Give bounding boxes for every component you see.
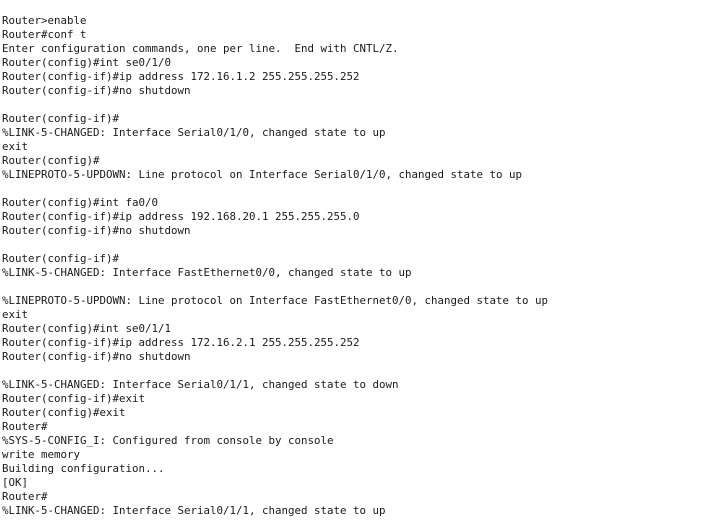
terminal-line: Router(config-if)# <box>2 252 120 265</box>
terminal-line: Router(config-if)# <box>2 112 120 125</box>
terminal-line: exit <box>2 140 29 153</box>
terminal-line: Router(config)#int se0/1/0 <box>2 56 172 69</box>
terminal-line: Router#conf t <box>2 28 87 41</box>
terminal-line: exit <box>2 308 29 321</box>
terminal-line: %LINK-5-CHANGED: Interface Serial0/1/0, … <box>2 126 386 139</box>
terminal-line: Building configuration... <box>2 462 165 475</box>
terminal-line: Router(config)# <box>2 154 100 167</box>
terminal-line: %LINK-5-CHANGED: Interface FastEthernet0… <box>2 266 412 279</box>
terminal-line: Router# <box>2 490 48 503</box>
terminal-line: %LINK-5-CHANGED: Interface Serial0/1/1, … <box>2 378 399 391</box>
terminal-line: Router(config)#int se0/1/1 <box>2 322 172 335</box>
terminal-line: Router(config)#exit <box>2 406 126 419</box>
terminal-line: Router(config-if)#ip address 192.168.20.… <box>2 210 360 223</box>
terminal-line: [OK] <box>2 476 29 489</box>
terminal-line: %LINEPROTO-5-UPDOWN: Line protocol on In… <box>2 168 523 181</box>
terminal-line: Router(config)#int fa0/0 <box>2 196 159 209</box>
terminal-line: Router(config-if)#ip address 172.16.1.2 … <box>2 70 360 83</box>
terminal-line: Router(config-if)#ip address 172.16.2.1 … <box>2 336 360 349</box>
terminal-line: Router(config-if)#no shutdown <box>2 84 191 97</box>
terminal-line: %SYS-5-CONFIG_I: Configured from console… <box>2 434 334 447</box>
terminal-line: write memory <box>2 448 81 461</box>
terminal-line: %LINK-5-CHANGED: Interface Serial0/1/1, … <box>2 504 386 517</box>
terminal-line: Router>enable <box>2 14 87 27</box>
terminal-line: %LINEPROTO-5-UPDOWN: Line protocol on In… <box>2 294 549 307</box>
terminal-line: Router(config-if)#exit <box>2 392 146 405</box>
terminal-line: Router(config-if)#no shutdown <box>2 350 191 363</box>
terminal-line: Router# <box>2 420 48 433</box>
terminal-line: Router(config-if)#no shutdown <box>2 224 191 237</box>
terminal-line: Enter configuration commands, one per li… <box>2 42 399 55</box>
cli-terminal-output[interactable]: Router>enable Router#conf t Enter config… <box>0 0 709 531</box>
